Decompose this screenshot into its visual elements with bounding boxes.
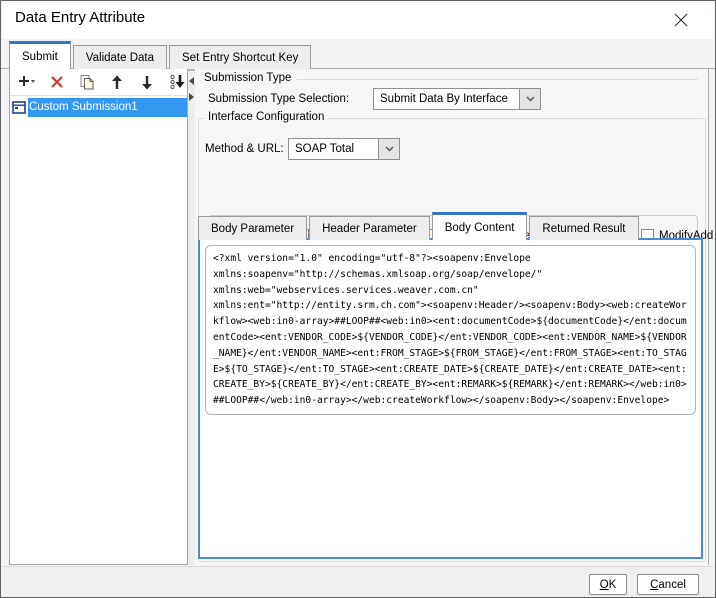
data-entry-attribute-dialog: Data Entry Attribute Submit Validate Dat…	[0, 0, 716, 598]
submission-type-select[interactable]: Submit Data By Interface	[373, 88, 541, 110]
list-toolbar	[10, 69, 187, 96]
list-item[interactable]: Custom Submission1	[10, 97, 187, 118]
submission-type-group-label: Submission Type	[204, 72, 292, 84]
add-icon[interactable]	[18, 73, 36, 91]
body-content-text: <?xml version="1.0" encoding="utf-8"?><s…	[213, 253, 687, 407]
interface-configuration-label: Interface Configuration	[204, 111, 329, 123]
ok-button[interactable]: OK	[589, 574, 627, 595]
move-to-bottom-icon[interactable]	[168, 73, 186, 91]
group-rule	[297, 78, 698, 80]
tab-returned-result[interactable]: Returned Result	[529, 216, 639, 240]
chevron-down-icon[interactable]	[378, 139, 399, 159]
main-tab-strip: Submit Validate Data Set Entry Shortcut …	[9, 41, 313, 70]
body-content-textarea[interactable]: <?xml version="1.0" encoding="utf-8"?><s…	[205, 245, 696, 415]
method-url-select-value: SOAP Total	[295, 143, 355, 155]
body-content-panel: <?xml version="1.0" encoding="utf-8"?><s…	[198, 238, 703, 559]
submission-type-group: Submission Type	[204, 72, 698, 84]
move-down-icon[interactable]	[138, 73, 156, 91]
list-item-label: Custom Submission1	[28, 98, 187, 117]
split-pane-divider[interactable]	[188, 68, 195, 565]
tab-validate-data[interactable]: Validate Data	[72, 45, 167, 69]
submission-type-selection-label: Submission Type Selection:	[208, 93, 350, 105]
collapse-right-icon[interactable]	[189, 93, 194, 101]
submission-item-icon	[10, 100, 28, 115]
titlebar: Data Entry Attribute	[2, 1, 714, 39]
submission-type-select-value: Submit Data By Interface	[380, 93, 508, 105]
collapse-left-icon[interactable]	[189, 77, 194, 85]
submission-detail-panel: Submission Type Submission Type Selectio…	[195, 68, 713, 565]
method-url-label: Method & URL:	[205, 143, 284, 155]
chevron-down-icon[interactable]	[519, 89, 540, 109]
submit-tab-page: Custom Submission1 Submission Type Submi…	[2, 68, 714, 566]
parameter-tab-strip: Body Parameter Header Parameter Body Con…	[198, 212, 641, 241]
close-icon[interactable]	[664, 7, 698, 33]
tab-submit[interactable]: Submit	[9, 41, 71, 70]
tab-body-parameter[interactable]: Body Parameter	[198, 216, 308, 240]
footer-bar: OK Cancel	[2, 566, 714, 597]
tab-set-entry-shortcut-key[interactable]: Set Entry Shortcut Key	[169, 45, 312, 69]
submission-list-panel: Custom Submission1	[9, 68, 188, 565]
cancel-button[interactable]: Cancel	[637, 574, 699, 595]
dialog-title: Data Entry Attribute	[15, 9, 146, 26]
move-up-icon[interactable]	[108, 73, 126, 91]
delete-icon[interactable]	[48, 73, 66, 91]
tab-header-parameter[interactable]: Header Parameter	[309, 216, 430, 240]
method-url-select[interactable]: SOAP Total	[288, 138, 400, 160]
tab-body-content[interactable]: Body Content	[431, 212, 528, 241]
submission-list: Custom Submission1	[10, 96, 187, 118]
copy-icon[interactable]	[78, 73, 96, 91]
